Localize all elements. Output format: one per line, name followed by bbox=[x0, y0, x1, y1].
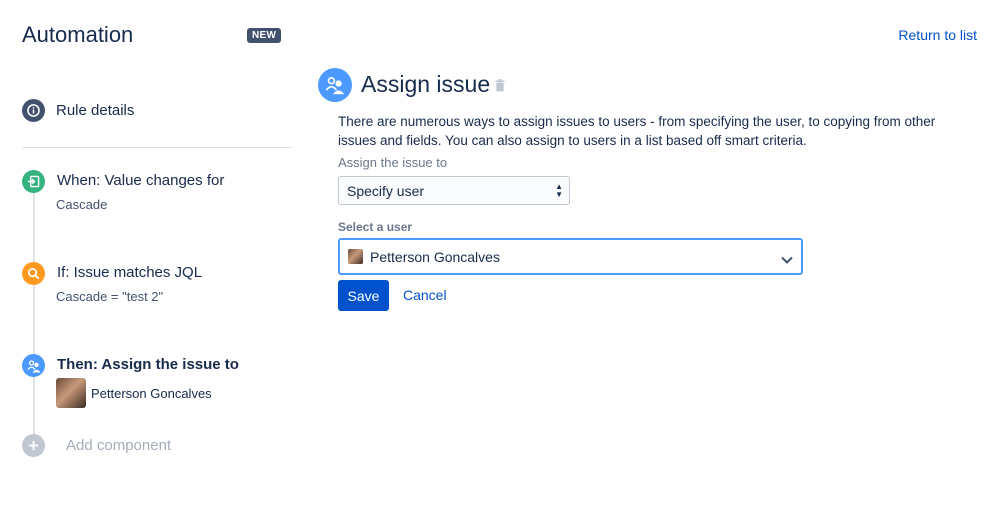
step-then-title: Then: Assign the issue to bbox=[57, 356, 239, 373]
page-title: Automation bbox=[22, 22, 134, 47]
step-when-subtitle: Cascade bbox=[56, 197, 108, 212]
select-arrows-icon: ▲ ▼ bbox=[555, 182, 563, 199]
new-badge: NEW bbox=[247, 28, 282, 43]
assigned-user-name: Petterson Goncalves bbox=[91, 385, 212, 401]
assign-user-icon bbox=[22, 354, 45, 377]
rule-details-label: Rule details bbox=[56, 102, 135, 119]
assign-method-value: Specify user bbox=[347, 183, 425, 199]
chevron-down-icon bbox=[781, 251, 793, 269]
info-icon bbox=[22, 99, 45, 122]
assign-issue-label: Assign the issue to bbox=[338, 155, 448, 170]
sidebar-divider bbox=[22, 147, 292, 148]
trash-icon[interactable] bbox=[495, 79, 505, 97]
user-select[interactable]: Petterson Goncalves bbox=[338, 238, 803, 275]
add-component-label: Add component bbox=[66, 437, 172, 454]
step-when-title: When: Value changes for bbox=[57, 172, 225, 189]
trigger-icon bbox=[22, 170, 45, 193]
plus-icon bbox=[22, 434, 45, 457]
return-to-list-link[interactable]: Return to list bbox=[898, 27, 977, 43]
timeline-line bbox=[33, 182, 35, 447]
panel-title: Assign issue bbox=[361, 71, 491, 97]
cancel-button[interactable]: Cancel bbox=[403, 287, 447, 303]
save-button[interactable]: Save bbox=[338, 280, 389, 311]
step-if-subtitle: Cascade = "test 2" bbox=[56, 289, 164, 304]
select-user-label: Select a user bbox=[338, 220, 413, 234]
assign-user-icon bbox=[318, 68, 352, 102]
avatar bbox=[56, 378, 86, 408]
search-icon bbox=[22, 262, 45, 285]
avatar bbox=[348, 249, 363, 264]
assigned-user: Petterson Goncalves bbox=[56, 378, 212, 408]
panel-description: There are numerous ways to assign issues… bbox=[338, 114, 936, 148]
assign-method-select[interactable]: Specify user ▲ ▼ bbox=[338, 176, 570, 205]
selected-user-name: Petterson Goncalves bbox=[370, 248, 500, 265]
step-if-title: If: Issue matches JQL bbox=[57, 264, 203, 281]
